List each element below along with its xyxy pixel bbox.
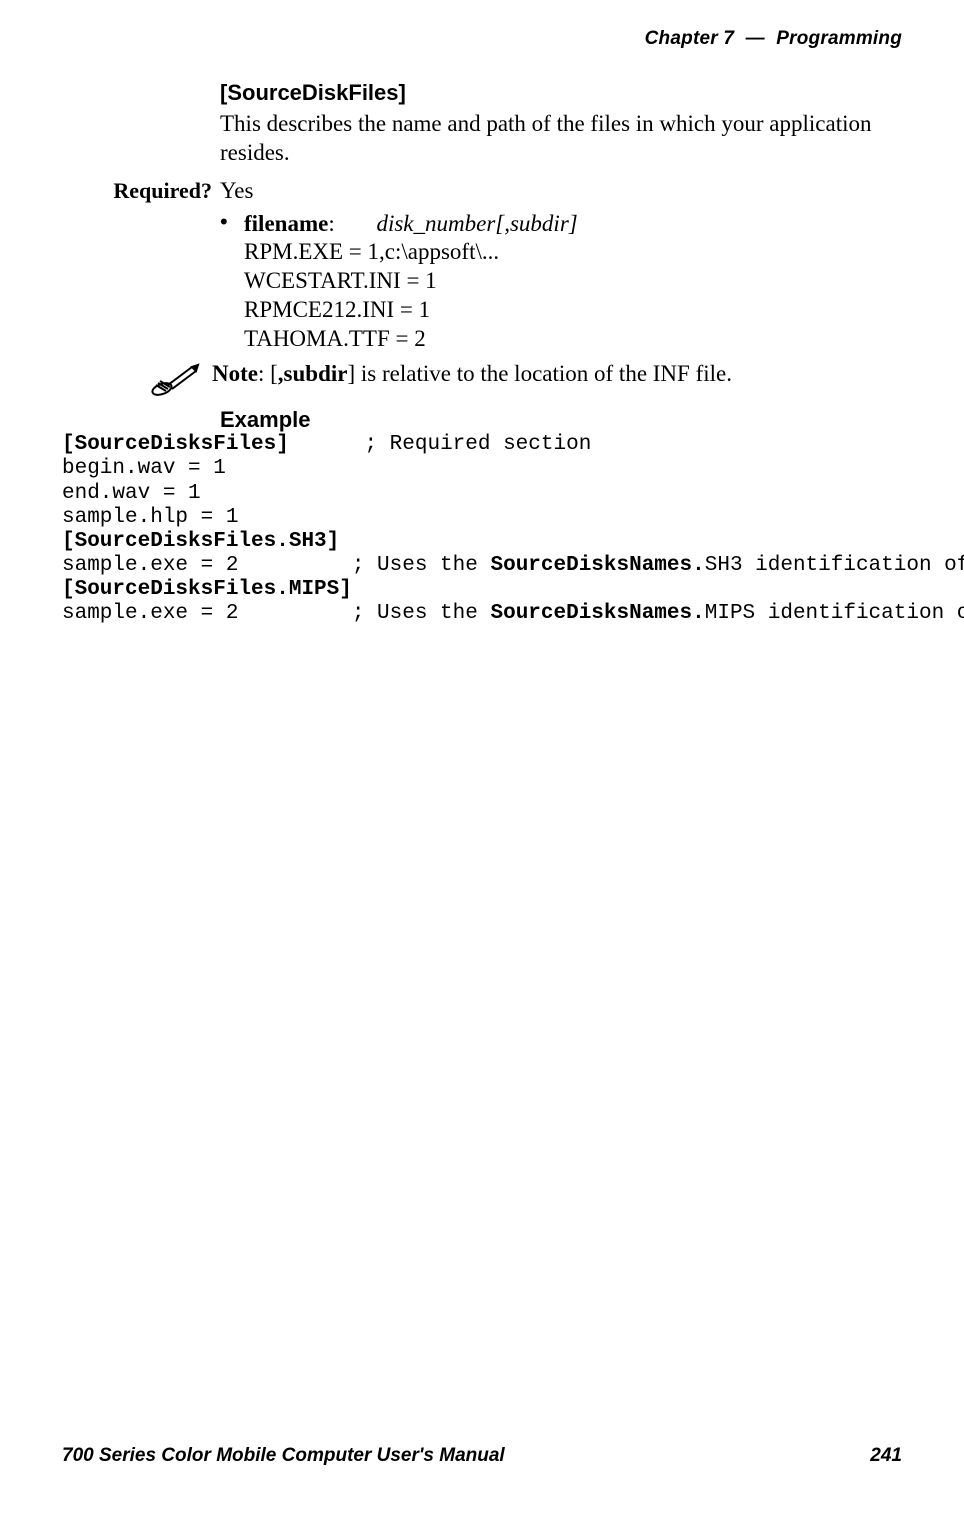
bullet-block: • filename: disk_number[,subdir] RPM.EXE… — [220, 210, 902, 354]
code-line: [SourceDisksFiles.SH3] — [62, 530, 339, 553]
code-line: [SourceDisksFiles] — [62, 433, 289, 456]
filename-line: TAHOMA.TTF = 2 — [244, 325, 902, 354]
code-line: sample.exe = 2 ; Uses the — [62, 602, 490, 625]
code-line: SourceDisksNames. — [490, 554, 704, 577]
footer-manual: 700 Series Color Mobile Computer User's … — [62, 1445, 505, 1467]
header-chapter-num: 7 — [723, 28, 734, 49]
note-body-pre: : [ — [258, 361, 278, 386]
filename-label: filename — [244, 211, 328, 236]
note-text: Note: [,subdir] is relative to the locat… — [212, 361, 732, 387]
footer: 700 Series Color Mobile Computer User's … — [62, 1445, 902, 1467]
filename-line: RPMCE212.INI = 1 — [244, 296, 902, 325]
footer-page: 241 — [870, 1445, 902, 1467]
filename-line: WCESTART.INI = 1 — [244, 267, 902, 296]
required-value: Yes — [220, 178, 253, 204]
filename-examples: RPM.EXE = 1,c:\appsoft\... WCESTART.INI … — [244, 238, 902, 353]
code-line: end.wav = 1 — [62, 482, 201, 505]
running-header: Chapter 7 — Programming — [645, 28, 902, 50]
filename-line: RPM.EXE = 1,c:\appsoft\... — [244, 238, 902, 267]
code-block: [SourceDisksFiles] ; Required section be… — [62, 433, 902, 626]
code-line: MIPS identification of 2. — [705, 602, 964, 625]
code-line: sample.hlp = 1 — [62, 506, 238, 529]
filename-colon: : — [328, 211, 334, 236]
example-heading: Example — [220, 407, 902, 433]
bullet-dot-icon: • — [220, 210, 244, 239]
bullet-first-line: • filename: disk_number[,subdir] — [220, 210, 902, 239]
code-line: [SourceDisksFiles.MIPS] — [62, 578, 352, 601]
section-description: This describes the name and path of the … — [220, 110, 902, 168]
code-line: ; Required section — [289, 433, 591, 456]
code-line: begin.wav = 1 — [62, 457, 226, 480]
header-sep: — — [746, 28, 765, 49]
page: Chapter 7 — Programming [SourceDiskFiles… — [0, 0, 964, 1519]
section-heading: [SourceDiskFiles] — [220, 80, 902, 106]
header-title: Programming — [776, 28, 902, 49]
code-line: SourceDisksNames. — [490, 602, 704, 625]
note-body-post: ] is relative to the location of the INF… — [347, 361, 732, 386]
filename-syntax: disk_number[,subdir] — [376, 211, 577, 236]
required-row: Required? Yes — [62, 178, 902, 204]
note-icon — [148, 361, 204, 397]
bullet-body: filename: disk_number[,subdir] — [244, 210, 902, 239]
note-row: Note: [,subdir] is relative to the locat… — [62, 361, 902, 397]
note-bold: ,subdir — [278, 361, 348, 386]
main-content: [SourceDiskFiles] This describes the nam… — [62, 80, 902, 626]
required-label: Required? — [62, 178, 220, 204]
header-chapter: Chapter — [645, 28, 718, 49]
code-line: SH3 identification of 2. — [705, 554, 964, 577]
note-label: Note — [212, 361, 258, 386]
note-icon-container — [62, 361, 212, 397]
code-line: sample.exe = 2 ; Uses the — [62, 554, 490, 577]
